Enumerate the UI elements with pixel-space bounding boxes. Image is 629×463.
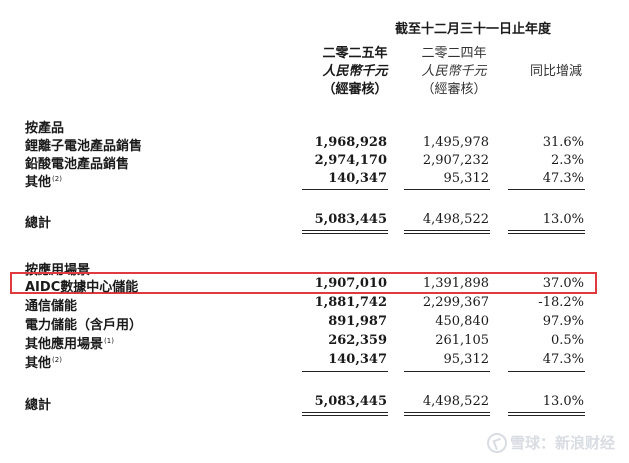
value-yoy: -18.2% [538,295,584,310]
value-2024: 2,299,367 [422,295,489,310]
row-label: 其他(2) [25,175,62,190]
total-yoy: 13.0% [542,212,584,227]
rule-total-2025-b [302,415,388,416]
value-yoy: 97.9% [542,314,584,329]
value-2024: 95,312 [443,171,490,186]
table-row: 其他(2) 140,347 95,312 47.3% [0,352,629,371]
rule-total-2025-b [302,233,388,234]
row-label: 其他(2) [25,356,62,371]
value-2024: 1,391,898 [422,276,489,291]
table-row: 電力儲能（含戶用） 891,987 450,840 97.9% [0,314,629,333]
col-2024-unit: 人民幣千元 [421,64,487,79]
rule-subtotal-2024 [404,189,490,190]
snowball-logo-icon [486,432,507,453]
value-2024: 450,840 [435,314,489,329]
total-label: 總計 [25,216,52,231]
rule-total-yoy-a [508,230,585,231]
total-row: 總計 5,083,445 4,498,522 13.0% [0,212,629,231]
value-2024: 95,312 [443,352,490,367]
rule-total-2025-a [302,230,388,231]
rule-subtotal-2024 [404,371,490,372]
value-2025: 891,987 [328,314,387,329]
rule-subtotal-2025 [302,371,388,372]
col-2025-unit: 人民幣千元 [322,64,388,79]
period-header: 截至十二月三十一日止年度 [394,22,551,37]
value-2025: 1,968,928 [314,135,387,150]
row-label: AIDC數據中心儲能 [25,280,139,295]
col-yoy-label: 同比增減 [529,64,582,79]
watermark: 雪球：新浪财经 [486,432,615,453]
total-row: 總計 5,083,445 4,498,522 13.0% [0,394,629,413]
col-2025-note: （經審核） [322,82,388,97]
rule-total-yoy-b [508,415,585,416]
rule-subtotal-yoy [508,371,585,372]
rule-total-2024-b [404,415,490,416]
total-yoy: 13.0% [542,394,584,409]
row-label: 其他應用場景(1) [25,337,114,352]
total-2025: 5,083,445 [314,394,387,409]
table-row: AIDC數據中心儲能 1,907,010 1,391,898 37.0% [0,276,629,295]
value-2024: 2,907,232 [422,153,489,168]
value-2025: 1,907,010 [314,276,387,291]
rule-total-yoy-b [508,233,585,234]
value-yoy: 37.0% [542,276,584,291]
total-2024: 4,498,522 [422,212,489,227]
value-2025: 262,359 [328,333,387,348]
row-label: 鉛酸電池產品銷售 [25,157,130,172]
rule-total-2024-a [404,412,490,413]
value-2024: 261,105 [435,333,489,348]
value-2025: 2,974,170 [314,153,387,168]
rule-total-2024-a [404,230,490,231]
value-2025: 1,881,742 [314,295,387,310]
value-2025: 140,347 [328,171,387,186]
value-2025: 140,347 [328,352,387,367]
table-row: 其他(2) 140,347 95,312 47.3% [0,171,629,190]
rule-total-2024-b [404,233,490,234]
section-by-product-title: 按產品 [25,121,65,136]
table-row: 鋰離子電池產品銷售 1,968,928 1,495,978 31.6% [0,135,629,154]
table-row: 其他應用場景(1) 262,359 261,105 0.5% [0,333,629,352]
col-2024-note: （經審核） [421,82,487,97]
value-yoy: 31.6% [542,135,584,150]
row-label: 電力儲能（含戶用） [25,318,143,333]
table-row: 鉛酸電池產品銷售 2,974,170 2,907,232 2.3% [0,153,629,172]
total-2025: 5,083,445 [314,212,387,227]
value-yoy: 47.3% [542,352,584,367]
value-yoy: 0.5% [550,333,584,348]
value-2024: 1,495,978 [422,135,489,150]
total-label: 總計 [25,398,52,413]
row-label: 鋰離子電池產品銷售 [25,139,143,154]
col-2025-year: 二零二五年 [322,46,388,61]
rule-total-2025-a [302,412,388,413]
col-2024-year: 二零二四年 [421,46,487,61]
table-row: 通信儲能 1,881,742 2,299,367 -18.2% [0,295,629,314]
row-label: 通信儲能 [25,299,78,314]
watermark-text: 雪球：新浪财经 [509,434,615,452]
rule-subtotal-yoy [508,189,585,190]
rule-total-yoy-a [508,412,585,413]
value-yoy: 2.3% [550,153,584,168]
value-yoy: 47.3% [542,171,584,186]
rule-subtotal-2025 [302,189,388,190]
total-2024: 4,498,522 [422,394,489,409]
